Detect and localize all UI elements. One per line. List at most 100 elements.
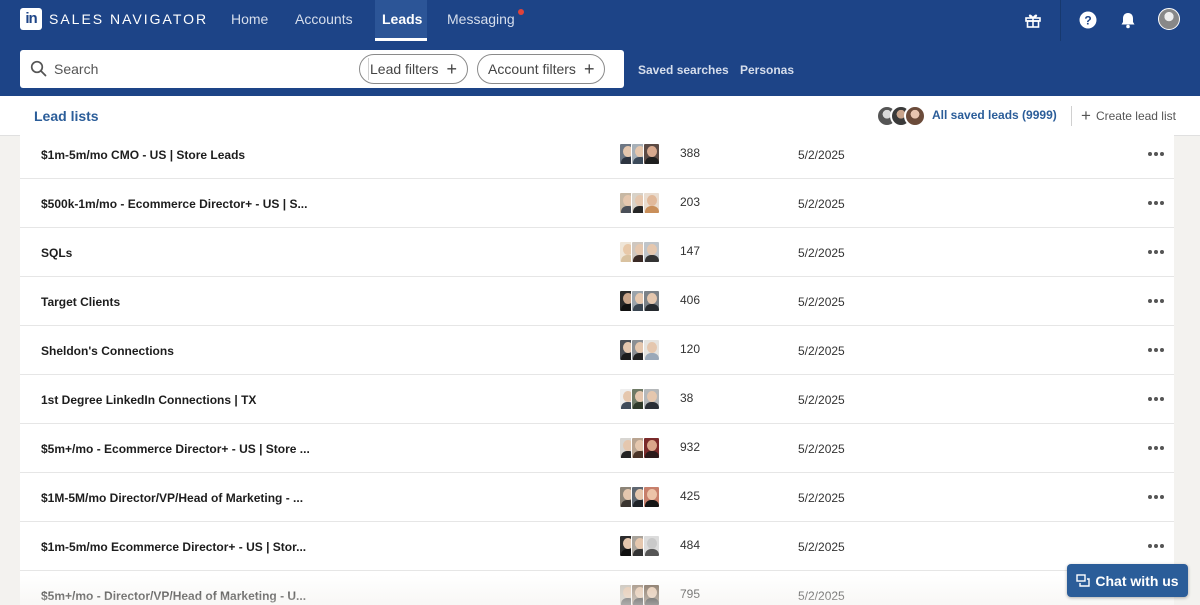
lead-filters-label: Lead filters	[370, 61, 439, 77]
account-filters-button[interactable]: Account filters +	[477, 54, 606, 84]
top-navigation: in SALES NAVIGATOR Home Accounts Leads M…	[0, 0, 1200, 41]
avatar	[643, 388, 660, 410]
nav-divider	[1060, 0, 1061, 41]
lead-avatars	[619, 241, 660, 263]
lead-list-name[interactable]: $5m+/mo - Ecommerce Director+ - US | Sto…	[41, 442, 310, 456]
lead-count: 120	[680, 342, 701, 356]
list-item[interactable]: Target Clients 406 5/2/2025	[20, 277, 1174, 326]
avatar	[643, 192, 660, 214]
last-modified-date: 5/2/2025	[798, 393, 845, 407]
tab-divider	[1071, 106, 1072, 126]
lead-list-name[interactable]: Target Clients	[41, 295, 120, 309]
lead-list-name[interactable]: $1m-5m/mo Ecommerce Director+ - US | Sto…	[41, 540, 306, 554]
last-modified-date: 5/2/2025	[798, 442, 845, 456]
saved-leads-avatars	[876, 105, 926, 127]
nav-home[interactable]: Home	[224, 0, 275, 41]
all-saved-leads-link[interactable]: All saved leads (9999)	[932, 108, 1057, 122]
last-modified-date: 5/2/2025	[798, 246, 845, 260]
user-avatar[interactable]	[1158, 8, 1180, 30]
list-item[interactable]: $5m+/mo - Ecommerce Director+ - US | Sto…	[20, 424, 1174, 473]
more-options-icon[interactable]	[1144, 240, 1168, 264]
lead-list-name[interactable]: 1st Degree LinkedIn Connections | TX	[41, 393, 256, 407]
avatar	[643, 290, 660, 312]
product-name: SALES NAVIGATOR	[49, 11, 209, 27]
last-modified-date: 5/2/2025	[798, 491, 845, 505]
last-modified-date: 5/2/2025	[798, 148, 845, 162]
lead-count: 425	[680, 489, 701, 503]
last-modified-date: 5/2/2025	[798, 589, 845, 603]
avatar	[643, 143, 660, 165]
more-options-icon[interactable]	[1144, 534, 1168, 558]
personas-link[interactable]: Personas	[740, 63, 794, 77]
avatar	[643, 339, 660, 361]
create-lead-list-button[interactable]: + Create lead list	[1081, 106, 1176, 125]
avatar	[643, 241, 660, 263]
plus-icon: +	[1081, 106, 1091, 125]
search-bar-area: Lead filters + Account filters + Saved s…	[0, 41, 1200, 96]
lead-filters-button[interactable]: Lead filters +	[359, 54, 468, 84]
last-modified-date: 5/2/2025	[798, 344, 845, 358]
list-item[interactable]: 1st Degree LinkedIn Connections | TX 38 …	[20, 375, 1174, 424]
plus-icon: +	[583, 59, 595, 79]
lead-count: 484	[680, 538, 701, 552]
lead-list-name[interactable]: SQLs	[41, 246, 72, 260]
lead-count: 795	[680, 587, 701, 601]
avatar	[643, 486, 660, 508]
lead-list-name[interactable]: $5m+/mo - Director/VP/Head of Marketing …	[41, 589, 306, 603]
chat-icon	[1076, 573, 1091, 587]
lead-avatars	[619, 584, 660, 605]
lead-count: 38	[680, 391, 694, 405]
more-options-icon[interactable]	[1144, 387, 1168, 411]
lead-list-name[interactable]: Sheldon's Connections	[41, 344, 174, 358]
saved-searches-link[interactable]: Saved searches	[638, 63, 729, 77]
more-options-icon[interactable]	[1144, 191, 1168, 215]
list-item[interactable]: SQLs 147 5/2/2025	[20, 228, 1174, 277]
list-item[interactable]: $1m-5m/mo Ecommerce Director+ - US | Sto…	[20, 522, 1174, 571]
lead-list-name[interactable]: $500k-1m/mo - Ecommerce Director+ - US |…	[41, 197, 307, 211]
lead-list-name[interactable]: $1M-5M/mo Director/VP/Head of Marketing …	[41, 491, 303, 505]
lead-count: 406	[680, 293, 701, 307]
avatar	[904, 105, 926, 127]
lead-avatars	[619, 290, 660, 312]
lead-count: 932	[680, 440, 701, 454]
sales-navigator-logo[interactable]: in SALES NAVIGATOR	[20, 8, 208, 30]
lead-avatars	[619, 437, 660, 459]
nav-messaging-label: Messaging	[447, 11, 515, 27]
list-item[interactable]: Sheldon's Connections 120 5/2/2025	[20, 326, 1174, 375]
avatar	[643, 535, 660, 557]
nav-messaging[interactable]: Messaging	[440, 0, 525, 41]
lead-avatars	[619, 192, 660, 214]
chat-with-us-button[interactable]: Chat with us	[1067, 564, 1188, 597]
list-item[interactable]: $5m+/mo - Director/VP/Head of Marketing …	[20, 571, 1174, 605]
lead-avatars	[619, 486, 660, 508]
lead-avatars	[619, 535, 660, 557]
last-modified-date: 5/2/2025	[798, 295, 845, 309]
chat-label: Chat with us	[1095, 572, 1179, 589]
list-item[interactable]: $1M-5M/mo Director/VP/Head of Marketing …	[20, 473, 1174, 522]
help-icon[interactable]: ?	[1077, 9, 1099, 31]
lead-count: 203	[680, 195, 701, 209]
more-options-icon[interactable]	[1144, 142, 1168, 166]
lead-list-name[interactable]: $1m-5m/mo CMO - US | Store Leads	[41, 148, 245, 162]
gift-icon[interactable]	[1022, 9, 1044, 31]
nav-accounts[interactable]: Accounts	[288, 0, 360, 41]
avatar	[643, 437, 660, 459]
lead-avatars	[619, 339, 660, 361]
more-options-icon[interactable]	[1144, 485, 1168, 509]
list-item[interactable]: $1m-5m/mo CMO - US | Store Leads 388 5/2…	[20, 130, 1174, 179]
notification-dot	[517, 9, 524, 15]
lead-count: 388	[680, 146, 701, 160]
nav-leads[interactable]: Leads	[375, 0, 427, 41]
search-input[interactable]	[54, 56, 354, 82]
search-box: Lead filters + Account filters +	[20, 50, 624, 88]
lead-lists-table: $1m-5m/mo CMO - US | Store Leads 388 5/2…	[20, 130, 1174, 605]
svg-text:?: ?	[1084, 14, 1091, 28]
more-options-icon[interactable]	[1144, 289, 1168, 313]
lead-avatars	[619, 143, 660, 165]
list-item[interactable]: $500k-1m/mo - Ecommerce Director+ - US |…	[20, 179, 1174, 228]
more-options-icon[interactable]	[1144, 338, 1168, 362]
avatar	[643, 584, 660, 605]
more-options-icon[interactable]	[1144, 436, 1168, 460]
create-lead-list-label: Create lead list	[1095, 109, 1176, 123]
bell-icon[interactable]	[1117, 9, 1139, 31]
